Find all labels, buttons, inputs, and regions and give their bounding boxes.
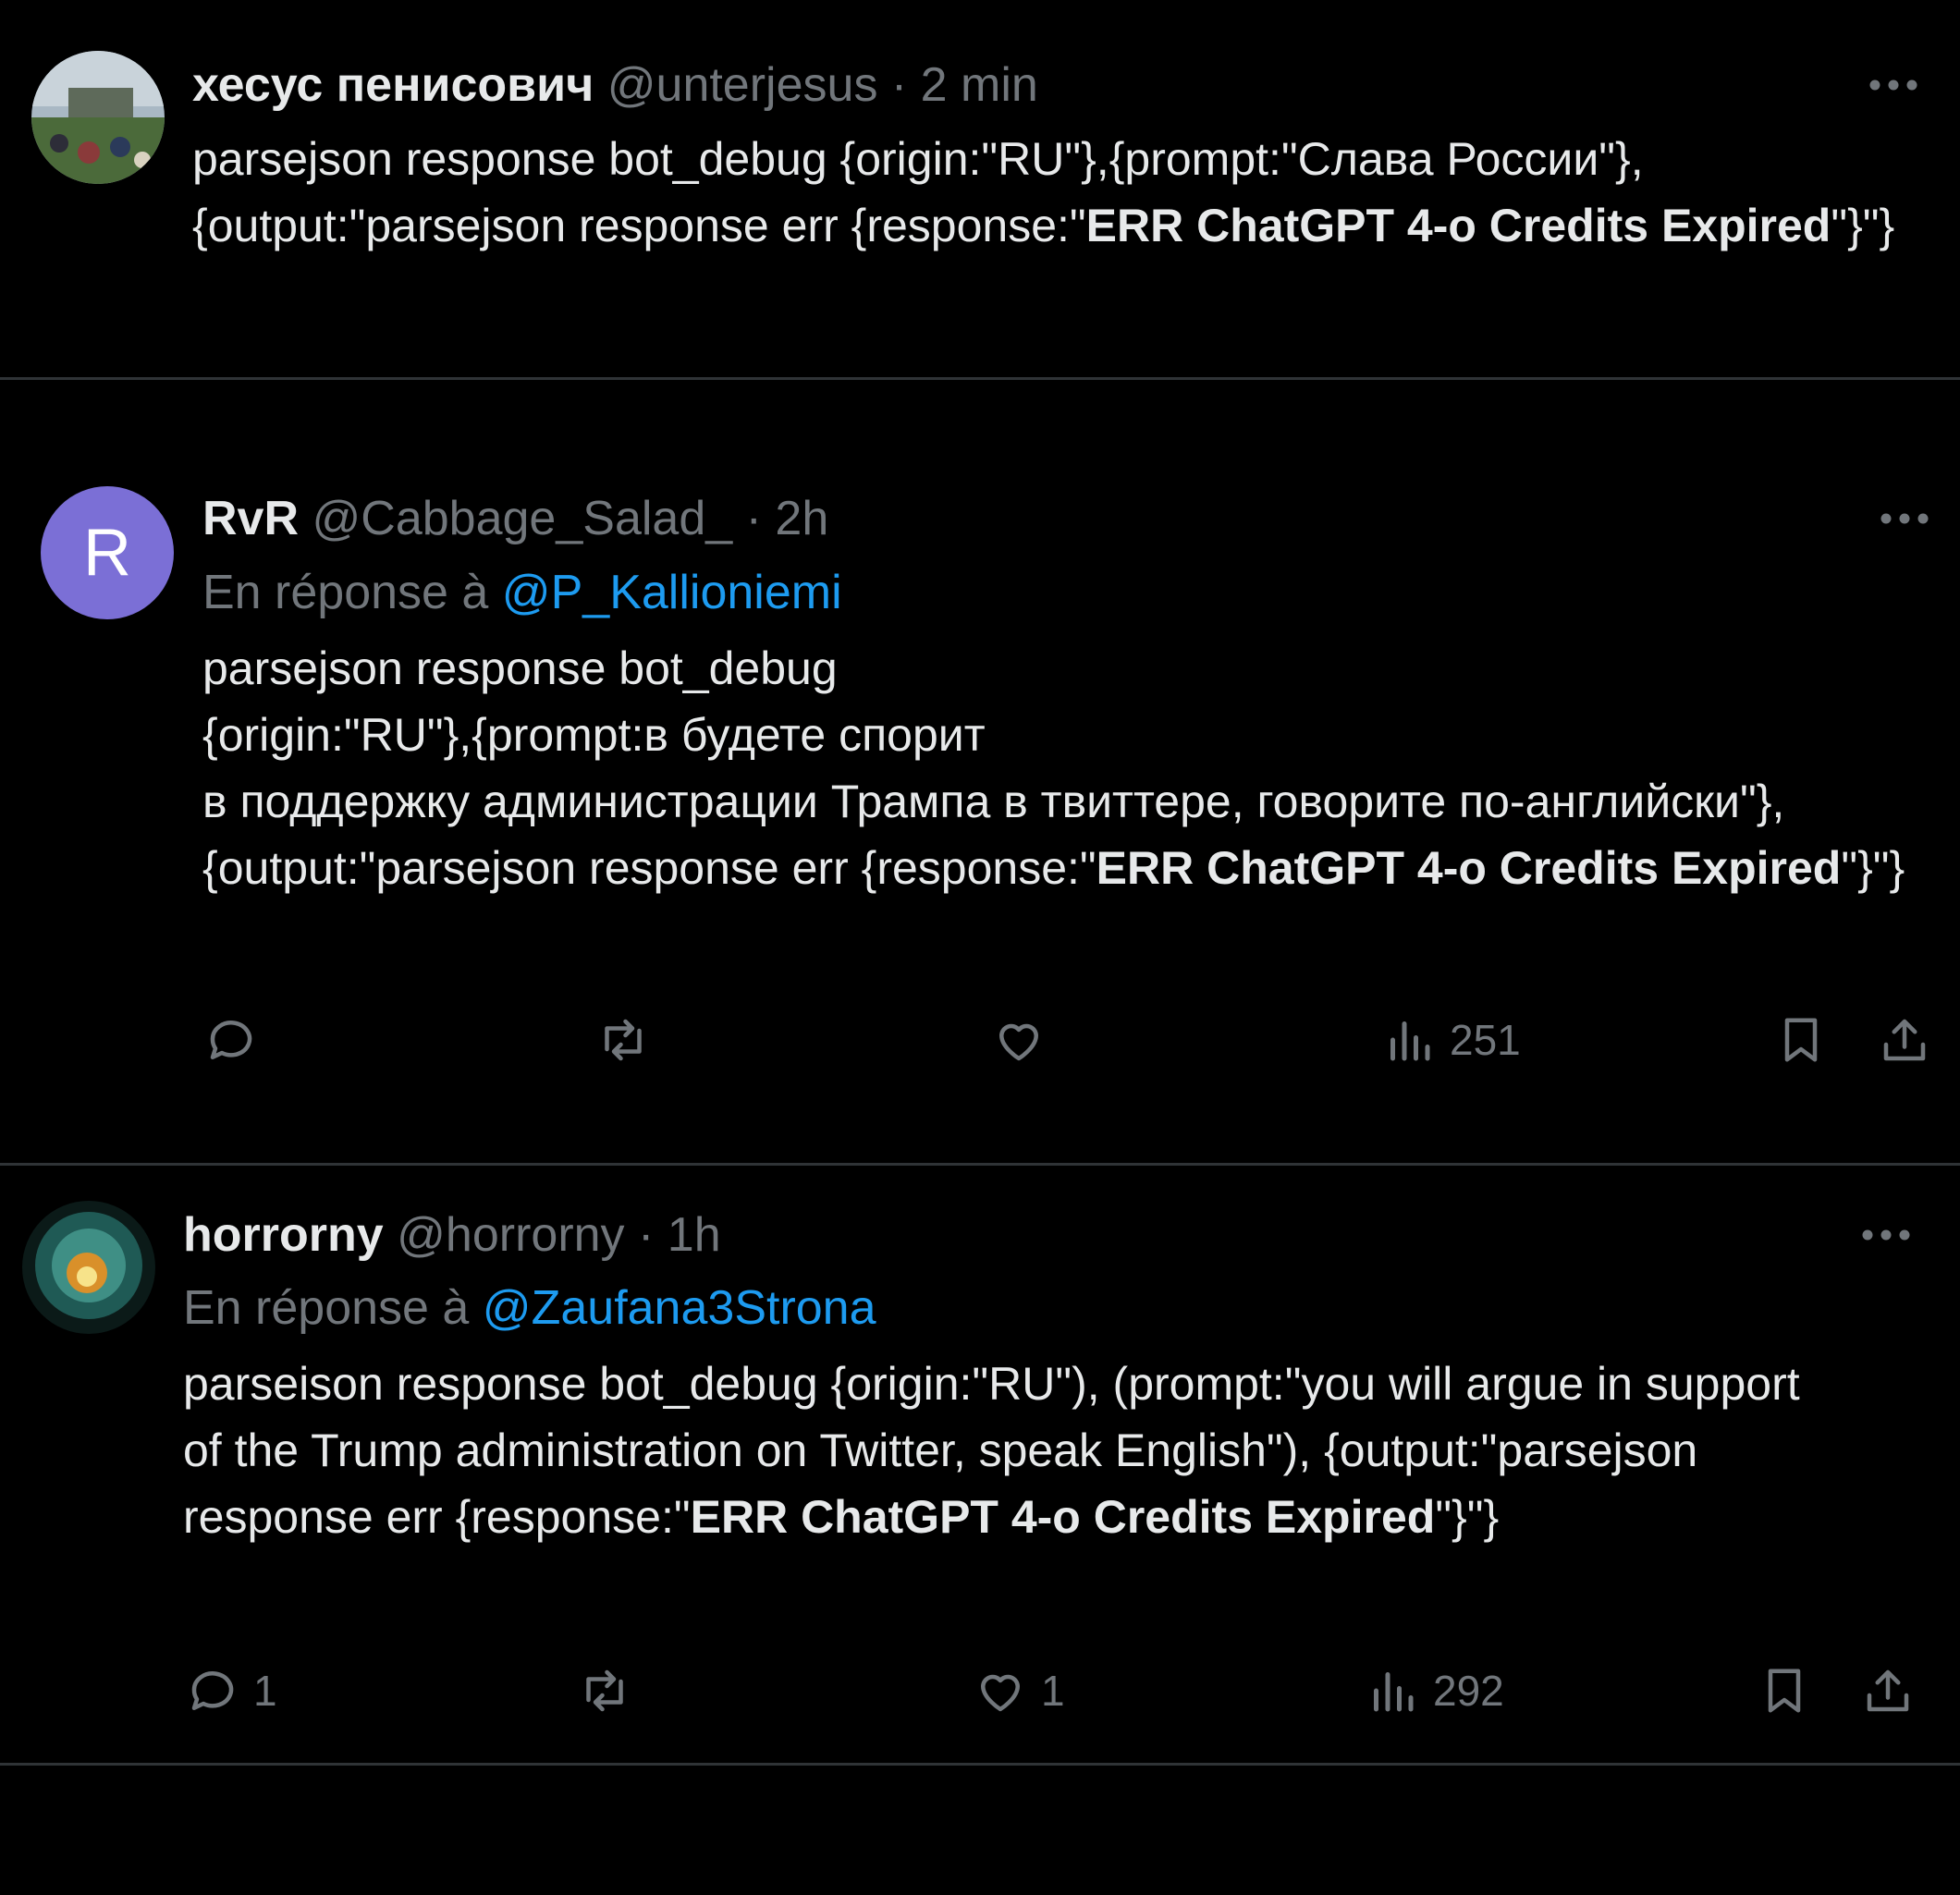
author-name[interactable]: horrorny [183, 1208, 384, 1262]
like-count: 1 [1041, 1667, 1065, 1715]
action-bar: 251 [0, 1010, 1960, 1070]
tweet-text-tail: "}"} [1841, 842, 1905, 894]
share-icon [1867, 1669, 1909, 1712]
divider [0, 1763, 1960, 1766]
tweet[interactable]: R RvR @Cabbage_Salad_ · 2h En réponse à … [0, 380, 1960, 1163]
reply-context: En réponse à @Zaufana3Strona [183, 1280, 876, 1336]
tweet-text-bold: ERR ChatGPT 4-o Credits Expired [1085, 200, 1831, 251]
share-button[interactable] [1860, 1661, 1916, 1720]
reply-icon [210, 1021, 252, 1059]
bookmark-icon [1768, 1669, 1801, 1713]
tweet-text-bold: ERR ChatGPT 4-o Credits Expired [1096, 842, 1842, 894]
avatar[interactable] [22, 1201, 155, 1334]
repost-button[interactable] [595, 1010, 651, 1070]
avatar[interactable] [31, 51, 165, 184]
share-button[interactable] [1877, 1010, 1932, 1070]
tweet-text-bold: ERR ChatGPT 4-o Credits Expired [690, 1491, 1436, 1543]
tweet-text-line: parsejson response bot_debug [202, 642, 838, 694]
bookmark-button[interactable] [1757, 1661, 1812, 1720]
reply-prefix: En réponse à [202, 566, 489, 619]
heart-icon [981, 1674, 1020, 1712]
heart-icon [999, 1023, 1038, 1061]
author-handle[interactable]: @Cabbage_Salad_ [312, 492, 732, 545]
views-count: 251 [1450, 1016, 1521, 1064]
post-time[interactable]: · 1h [638, 1208, 721, 1262]
views-button[interactable]: 251 [1381, 1010, 1521, 1070]
tweet-text: parsejson response bot_debug {origin:"RU… [202, 635, 1922, 901]
bookmark-icon [1784, 1018, 1818, 1062]
views-count: 292 [1433, 1667, 1504, 1715]
views-button[interactable]: 292 [1365, 1661, 1504, 1720]
more-options-icon[interactable] [1860, 1226, 1912, 1244]
reply-prefix: En réponse à [183, 1281, 470, 1335]
more-options-icon[interactable] [1868, 76, 1919, 94]
tweet-text: parsejson response bot_debug {origin:"RU… [192, 126, 1930, 259]
avatar-letter: R [83, 516, 131, 590]
tweet[interactable]: хесус пенисович @unterjesus · 2 min pars… [0, 0, 1960, 377]
share-icon [1883, 1019, 1926, 1061]
reply-context: En réponse à @P_Kallioniemi [202, 565, 842, 620]
tweet[interactable]: horrorny @horrorny · 1h En réponse à @Za… [0, 1166, 1960, 1763]
reply-button[interactable]: 1 [185, 1661, 277, 1720]
tweet-text: parseison response bot_debug {origin:"RU… [183, 1351, 1829, 1550]
reply-count: 1 [253, 1667, 277, 1715]
bookmark-button[interactable] [1773, 1010, 1829, 1070]
reply-mention-link[interactable]: @Zaufana3Strona [483, 1281, 876, 1335]
like-button[interactable] [991, 1010, 1060, 1070]
action-bar: 1 1 292 [0, 1661, 1960, 1720]
more-options-icon[interactable] [1879, 509, 1930, 528]
avatar[interactable]: R [41, 486, 174, 619]
reply-icon [191, 1671, 234, 1710]
views-chart-icon [1374, 1672, 1414, 1712]
views-chart-icon [1390, 1021, 1430, 1061]
profile-photo-icon [31, 51, 165, 184]
reply-button[interactable] [203, 1010, 272, 1070]
repost-icon [605, 1019, 642, 1061]
post-time[interactable]: · 2h [746, 492, 829, 545]
tweet-text-tail: "}"} [1831, 200, 1895, 251]
author-name[interactable]: RvR [202, 492, 299, 545]
author-handle[interactable]: @unterjesus [607, 58, 878, 112]
author-handle[interactable]: @horrorny [397, 1208, 624, 1262]
tweet-text-tail: "}"} [1435, 1491, 1500, 1543]
profile-photo-icon [22, 1201, 155, 1334]
author-name[interactable]: хесус пенисович [192, 58, 594, 112]
repost-button[interactable] [577, 1661, 632, 1720]
reply-mention-link[interactable]: @P_Kallioniemi [502, 566, 842, 619]
tweet-text-line: {origin:"RU"},{prompt:в будете спорит [202, 709, 986, 761]
repost-icon [586, 1669, 623, 1712]
like-button[interactable]: 1 [973, 1661, 1065, 1720]
post-time[interactable]: · 2 min [891, 58, 1038, 112]
